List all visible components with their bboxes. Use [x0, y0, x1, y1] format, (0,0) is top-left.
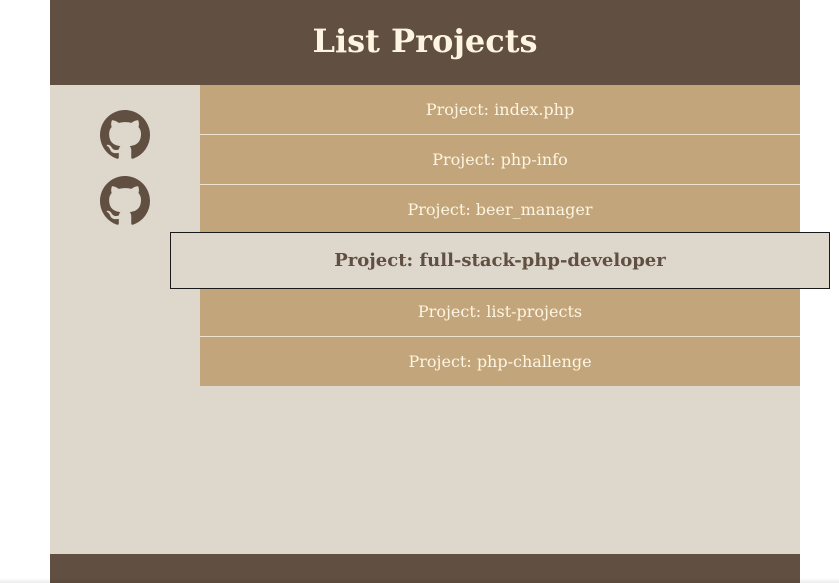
- github-link-2[interactable]: [100, 176, 150, 226]
- project-item-full-stack-php-developer[interactable]: Project: full-stack-php-developer: [170, 232, 830, 289]
- github-icon: [100, 110, 150, 159]
- page-container: List Projects Project: index.php Project…: [50, 0, 830, 583]
- project-item-list-projects[interactable]: Project: list-projects: [200, 287, 800, 337]
- project-item-index-php[interactable]: Project: index.php: [200, 85, 800, 135]
- project-item-php-challenge[interactable]: Project: php-challenge: [200, 337, 800, 386]
- github-icon: [100, 176, 150, 225]
- page-header: List Projects: [50, 0, 800, 85]
- github-link-1[interactable]: [100, 110, 150, 160]
- project-item-beer-manager[interactable]: Project: beer_manager: [200, 185, 800, 235]
- page-title: List Projects: [312, 22, 538, 60]
- project-item-php-info[interactable]: Project: php-info: [200, 135, 800, 185]
- sidebar: [50, 85, 200, 554]
- page-footer: [50, 554, 800, 583]
